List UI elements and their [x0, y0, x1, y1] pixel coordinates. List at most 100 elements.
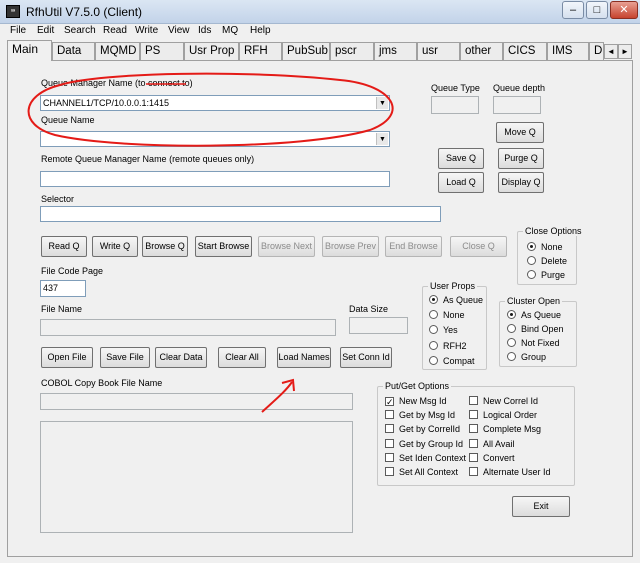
menu-mq[interactable]: MQ — [222, 25, 238, 36]
radio-icon[interactable] — [429, 310, 438, 319]
chevron-down-icon[interactable]: ▼ — [376, 97, 388, 109]
menu-write[interactable]: Write — [135, 25, 158, 36]
opt-set-iden-context[interactable]: Set Iden Context — [385, 453, 466, 463]
tab-usr-prop[interactable]: Usr Prop — [184, 42, 239, 60]
opt-all-avail[interactable]: All Avail — [469, 439, 514, 449]
menu-read[interactable]: Read — [103, 25, 127, 36]
menu-view[interactable]: View — [168, 25, 190, 36]
tab-scroll-right-icon[interactable]: ► — [618, 44, 632, 59]
exit-button[interactable]: Exit — [512, 496, 570, 517]
open-file-button[interactable]: Open File — [41, 347, 93, 368]
chevron-down-icon[interactable]: ▼ — [376, 133, 388, 145]
browse-q-button[interactable]: Browse Q — [142, 236, 188, 257]
opt-complete-msg[interactable]: Complete Msg — [469, 424, 541, 434]
close-option-purge[interactable]: Purge — [527, 270, 565, 280]
user-props-yes[interactable]: Yes — [429, 325, 458, 335]
opt-set-all-context[interactable]: Set All Context — [385, 467, 458, 477]
checkbox-icon[interactable] — [385, 410, 394, 419]
checkbox-icon[interactable] — [469, 439, 478, 448]
cluster-bind-open[interactable]: Bind Open — [507, 324, 564, 334]
save-file-button[interactable]: Save File — [100, 347, 150, 368]
radio-icon[interactable] — [429, 341, 438, 350]
maximize-button[interactable]: □ — [586, 1, 608, 19]
menu-ids[interactable]: Ids — [198, 25, 211, 36]
save-q-button[interactable]: Save Q — [438, 148, 484, 169]
tab-jms[interactable]: jms — [374, 42, 417, 60]
opt-logical-order[interactable]: Logical Order — [469, 410, 537, 420]
tab-pubsub[interactable]: PubSub — [282, 42, 330, 60]
close-option-delete[interactable]: Delete — [527, 256, 567, 266]
cluster-group[interactable]: Group — [507, 352, 546, 362]
checkbox-icon[interactable] — [385, 439, 394, 448]
checkbox-icon[interactable] — [385, 453, 394, 462]
qm-combo[interactable]: CHANNEL1/TCP/10.0.0.1:1415 ▼ — [40, 95, 390, 111]
radio-icon[interactable] — [527, 256, 536, 265]
menu-search[interactable]: Search — [64, 25, 96, 36]
code-page-input[interactable]: 437 — [40, 280, 86, 297]
user-props-rfh2[interactable]: RFH2 — [429, 341, 467, 351]
tab-mqmd[interactable]: MQMD — [95, 42, 140, 60]
tab-pscr[interactable]: pscr — [330, 42, 374, 60]
close-option-none[interactable]: None — [527, 242, 563, 252]
menu-file[interactable]: File — [10, 25, 26, 36]
radio-icon[interactable] — [429, 356, 438, 365]
tab-other[interactable]: other — [460, 42, 503, 60]
tab-scroll-left-icon[interactable]: ◄ — [604, 44, 618, 59]
radio-icon[interactable] — [527, 270, 536, 279]
write-q-button[interactable]: Write Q — [92, 236, 138, 257]
radio-icon[interactable] — [507, 352, 516, 361]
start-browse-button[interactable]: Start Browse — [195, 236, 252, 257]
checkbox-icon[interactable] — [385, 467, 394, 476]
user-props-compat[interactable]: Compat — [429, 356, 475, 366]
clear-all-button[interactable]: Clear All — [218, 347, 266, 368]
tab-ps[interactable]: PS — [140, 42, 184, 60]
user-props-as-queue[interactable]: As Queue — [429, 295, 483, 305]
cluster-not-fixed[interactable]: Not Fixed — [507, 338, 560, 348]
menu-help[interactable]: Help — [250, 25, 271, 36]
display-q-button[interactable]: Display Q — [498, 172, 544, 193]
radio-selected-icon[interactable] — [527, 242, 536, 251]
clear-data-button[interactable]: Clear Data — [155, 347, 207, 368]
radio-selected-icon[interactable] — [507, 310, 516, 319]
selector-input[interactable] — [40, 206, 441, 222]
set-conn-id-button[interactable]: Set Conn Id — [340, 347, 392, 368]
tab-data[interactable]: Data — [52, 42, 95, 60]
opt-new-msg-id[interactable]: ✓ New Msg Id — [385, 396, 447, 407]
radio-selected-icon[interactable] — [429, 295, 438, 304]
selector-label: Selector — [41, 194, 75, 204]
load-q-button[interactable]: Load Q — [438, 172, 484, 193]
queue-name-combo[interactable]: ▼ — [40, 131, 390, 147]
tab-d[interactable]: D — [589, 42, 604, 60]
opt-get-by-msg-id[interactable]: Get by Msg Id — [385, 410, 455, 420]
tab-rfh[interactable]: RFH — [239, 42, 282, 60]
checkbox-icon[interactable] — [469, 396, 478, 405]
purge-q-button[interactable]: Purge Q — [498, 148, 544, 169]
minimize-button[interactable]: – — [562, 1, 584, 19]
checkbox-icon[interactable] — [469, 467, 478, 476]
menu-edit[interactable]: Edit — [37, 25, 54, 36]
close-button[interactable]: ✕ — [610, 1, 638, 19]
tab-main[interactable]: Main — [7, 40, 52, 61]
cluster-as-queue[interactable]: As Queue — [507, 310, 561, 320]
checkbox-checked-icon[interactable]: ✓ — [385, 397, 394, 407]
radio-icon[interactable] — [429, 325, 438, 334]
remote-qm-input[interactable] — [40, 171, 390, 187]
move-q-button[interactable]: Move Q — [496, 122, 544, 143]
checkbox-icon[interactable] — [469, 410, 478, 419]
opt-new-correl-id[interactable]: New Correl Id — [469, 396, 538, 406]
tab-cics[interactable]: CICS — [503, 42, 547, 60]
user-props-none[interactable]: None — [429, 310, 465, 320]
radio-icon[interactable] — [507, 338, 516, 347]
opt-get-by-correlid[interactable]: Get by CorrelId — [385, 424, 460, 434]
radio-icon[interactable] — [507, 324, 516, 333]
opt-alternate-user-id[interactable]: Alternate User Id — [469, 467, 551, 477]
checkbox-icon[interactable] — [385, 424, 394, 433]
checkbox-icon[interactable] — [469, 453, 478, 462]
opt-convert[interactable]: Convert — [469, 453, 515, 463]
tab-usr[interactable]: usr — [417, 42, 460, 60]
checkbox-icon[interactable] — [469, 424, 478, 433]
read-q-button[interactable]: Read Q — [41, 236, 87, 257]
tab-ims[interactable]: IMS — [547, 42, 589, 60]
opt-get-by-group-id[interactable]: Get by Group Id — [385, 439, 463, 449]
load-names-button[interactable]: Load Names — [277, 347, 331, 368]
